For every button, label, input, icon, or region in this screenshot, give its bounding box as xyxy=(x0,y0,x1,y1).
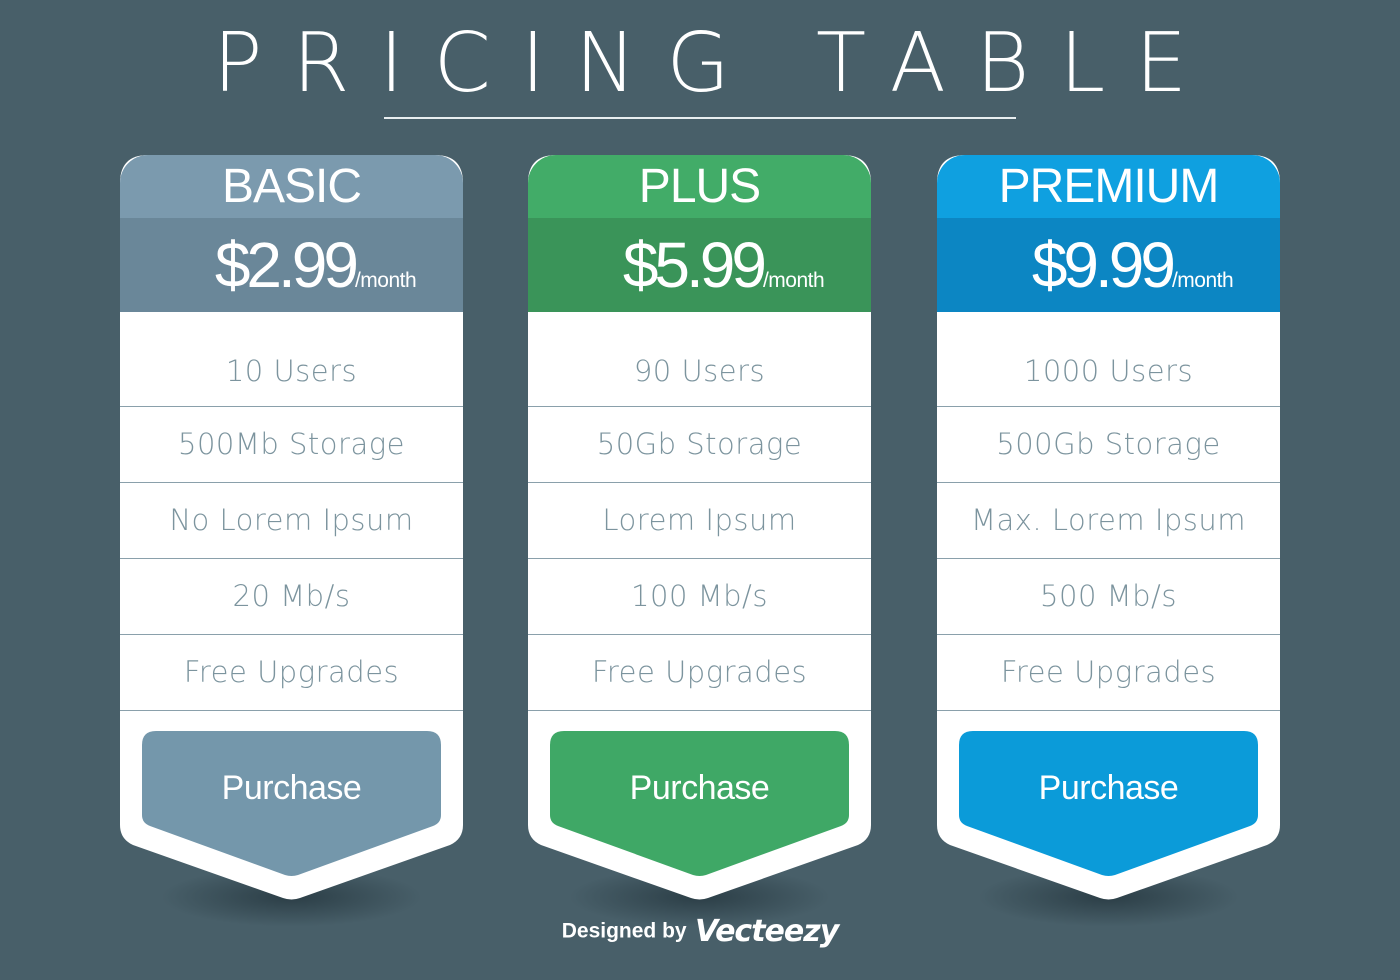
feature-item: Free Upgrades xyxy=(120,635,463,711)
designer-credit: Designed by Vecteezy xyxy=(0,914,1400,949)
plan-name: PREMIUM xyxy=(937,155,1280,218)
purchase-button-plus[interactable]: Purchase xyxy=(528,769,871,808)
price-period: /month xyxy=(354,269,417,292)
feature-item: No Lorem Ipsum xyxy=(120,483,463,559)
title-divider xyxy=(384,117,1016,119)
feature-item: 500Mb Storage xyxy=(120,407,463,483)
purchase-button-basic[interactable]: Purchase xyxy=(120,769,463,808)
feature-item: 500Gb Storage xyxy=(937,407,1280,483)
feature-item: 90 Users xyxy=(528,312,871,407)
feature-list: 10 Users 500Mb Storage No Lorem Ipsum 20… xyxy=(120,312,463,711)
price-amount: $5.99 xyxy=(622,229,767,301)
feature-item: 10 Users xyxy=(120,312,463,407)
purchase-button-premium[interactable]: Purchase xyxy=(937,769,1280,808)
feature-item: Max. Lorem Ipsum xyxy=(937,483,1280,559)
feature-item: Free Upgrades xyxy=(937,635,1280,711)
feature-item: 1000 Users xyxy=(937,312,1280,407)
feature-text: Free Upgrades xyxy=(591,655,808,689)
price-period: /month xyxy=(1171,269,1234,292)
feature-item: 500 Mb/s xyxy=(937,559,1280,635)
price-amount: $9.99 xyxy=(1031,229,1176,301)
plan-name: PLUS xyxy=(528,155,871,218)
feature-list: 1000 Users 500Gb Storage Max. Lorem Ipsu… xyxy=(937,312,1280,711)
price-period: /month xyxy=(762,269,825,292)
price-amount: $2.99 xyxy=(214,229,359,301)
feature-item: Lorem Ipsum xyxy=(528,483,871,559)
feature-text: Free Upgrades xyxy=(1000,655,1217,689)
feature-item: 50Gb Storage xyxy=(528,407,871,483)
plan-card-premium: PREMIUM $9.99/month 1000 Users 500Gb Sto… xyxy=(937,155,1280,927)
credit-prefix: Designed by xyxy=(561,919,687,943)
plan-price: $9.99/month xyxy=(937,218,1280,312)
plan-price: $2.99/month xyxy=(120,218,463,312)
feature-list: 90 Users 50Gb Storage Lorem Ipsum 100 Mb… xyxy=(528,312,871,711)
feature-item: Free Upgrades xyxy=(528,635,871,711)
plan-card-basic: BASIC $2.99/month 10 Users 500Mb Storage… xyxy=(120,155,463,927)
plan-name: BASIC xyxy=(120,155,463,218)
feature-item: 100 Mb/s xyxy=(528,559,871,635)
credit-brand-logo: Vecteezy xyxy=(695,914,839,949)
plan-price: $5.99/month xyxy=(528,218,871,312)
page-title: PRICING TABLE xyxy=(213,16,1217,111)
feature-text: Free Upgrades xyxy=(183,655,400,689)
feature-item: 20 Mb/s xyxy=(120,559,463,635)
plan-card-plus: PLUS $5.99/month 90 Users 50Gb Storage L… xyxy=(528,155,871,927)
